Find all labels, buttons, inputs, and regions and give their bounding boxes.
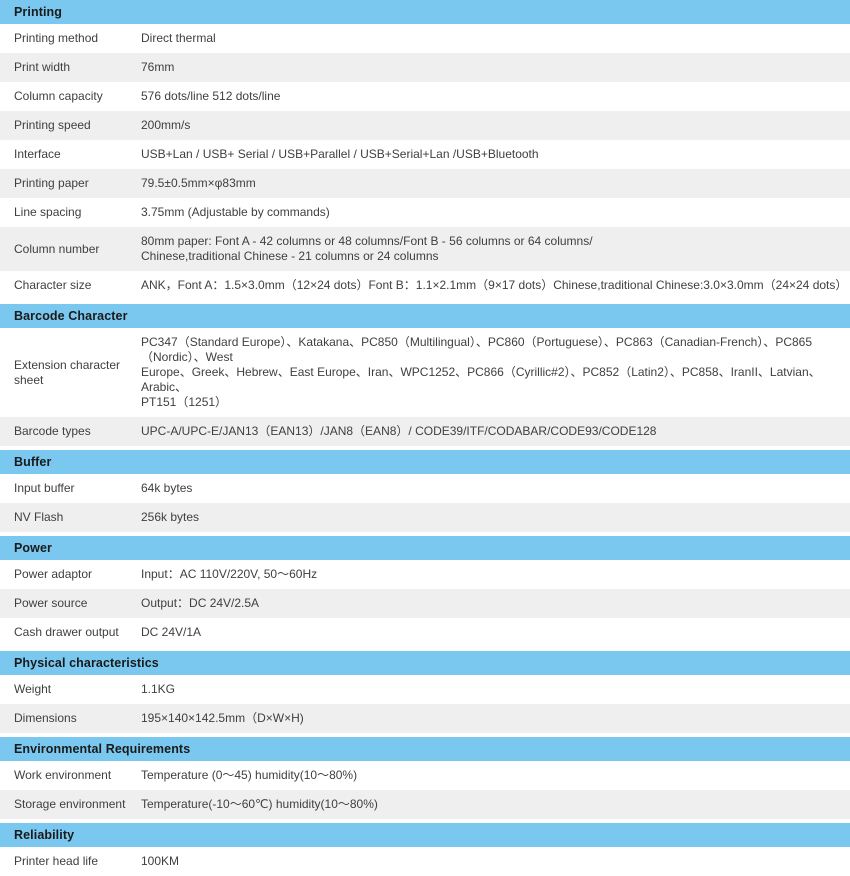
spec-row: Barcode types UPC-A/UPC-E/JAN13（EAN13）/JA… (0, 417, 850, 446)
spec-label: Print width (0, 53, 141, 82)
spec-value: ANK，Font A：1.5×3.0mm（12×24 dots）Font B：1… (141, 271, 850, 300)
spec-label: Input buffer (0, 474, 141, 503)
spec-value: DC 24V/1A (141, 618, 850, 647)
spec-value: USB+Lan / USB+ Serial / USB+Parallel / U… (141, 140, 850, 169)
spec-row: Column capacity 576 dots/line 512 dots/li… (0, 82, 850, 111)
spec-row: Line spacing 3.75mm (Adjustable by comman… (0, 198, 850, 227)
spec-value: PC347（Standard Europe）、Katakana、PC850（Mu… (141, 328, 850, 417)
spec-label: Character size (0, 271, 141, 300)
spec-row: Column number 80mm paper: Font A - 42 col… (0, 227, 850, 271)
spec-row: Power source Output：DC 24V/2.5A (0, 589, 850, 618)
spec-row: Input buffer 64k bytes (0, 474, 850, 503)
spec-value: UPC-A/UPC-E/JAN13（EAN13）/JAN8（EAN8）/ COD… (141, 417, 850, 446)
spec-value: 80mm paper: Font A - 42 columns or 48 co… (141, 227, 850, 271)
specification-table: Printing Printing method Direct thermal Pri… (0, 0, 850, 876)
spec-row: Dimensions 195×140×142.5mm（D×W×H) (0, 704, 850, 733)
section-header-title: Reliability (0, 823, 850, 847)
spec-row: Printing speed 200mm/s (0, 111, 850, 140)
spec-label: Extension character sheet (0, 328, 141, 417)
spec-value: 3.75mm (Adjustable by commands) (141, 198, 850, 227)
spec-label: Weight (0, 675, 141, 704)
spec-row: Printing paper 79.5±0.5mm×φ83mm (0, 169, 850, 198)
spec-row: Weight 1.1KG (0, 675, 850, 704)
section-header-row: Barcode Character (0, 304, 850, 328)
spec-label: Barcode types (0, 417, 141, 446)
section-header-title: Buffer (0, 450, 850, 474)
spec-label: Interface (0, 140, 141, 169)
spec-row: Character size ANK，Font A：1.5×3.0mm（12×24… (0, 271, 850, 300)
section-header-title: Printing (0, 0, 850, 24)
spec-value: 64k bytes (141, 474, 850, 503)
specification-table-body: Printing Printing method Direct thermal Pri… (0, 0, 850, 876)
spec-label: Column number (0, 227, 141, 271)
spec-row: Print width 76mm (0, 53, 850, 82)
spec-value: 76mm (141, 53, 850, 82)
spec-label: Work environment (0, 761, 141, 790)
spec-row: Printer head life 100KM (0, 847, 850, 876)
section-header-title: Physical characteristics (0, 651, 850, 675)
section-header-row: Printing (0, 0, 850, 24)
spec-row: Cash drawer output DC 24V/1A (0, 618, 850, 647)
section-header-row: Reliability (0, 823, 850, 847)
spec-value: 200mm/s (141, 111, 850, 140)
spec-label: Printing method (0, 24, 141, 53)
spec-label: Power source (0, 589, 141, 618)
spec-label: Dimensions (0, 704, 141, 733)
spec-value: Input：AC 110V/220V, 50～60Hz (141, 560, 850, 589)
spec-label: Printing paper (0, 169, 141, 198)
spec-row: Extension character sheet PC347（Standard … (0, 328, 850, 417)
section-header-row: Power (0, 536, 850, 560)
section-header-title: Environmental Requirements (0, 737, 850, 761)
spec-value: Direct thermal (141, 24, 850, 53)
spec-value: 100KM (141, 847, 850, 876)
section-header-title: Barcode Character (0, 304, 850, 328)
spec-value: Temperature(-10～60℃) humidity(10～80%) (141, 790, 850, 819)
spec-label: Power adaptor (0, 560, 141, 589)
spec-label: Cash drawer output (0, 618, 141, 647)
spec-row: Power adaptor Input：AC 110V/220V, 50～60Hz (0, 560, 850, 589)
spec-value: 256k bytes (141, 503, 850, 532)
section-header-row: Buffer (0, 450, 850, 474)
spec-value: Temperature (0～45) humidity(10～80%) (141, 761, 850, 790)
section-header-row: Environmental Requirements (0, 737, 850, 761)
spec-label: Printing speed (0, 111, 141, 140)
spec-value: 1.1KG (141, 675, 850, 704)
spec-value: Output：DC 24V/2.5A (141, 589, 850, 618)
spec-value: 79.5±0.5mm×φ83mm (141, 169, 850, 198)
spec-value: 195×140×142.5mm（D×W×H) (141, 704, 850, 733)
spec-label: Column capacity (0, 82, 141, 111)
spec-row: Work environment Temperature (0～45) humid… (0, 761, 850, 790)
spec-value: 576 dots/line 512 dots/line (141, 82, 850, 111)
section-header-title: Power (0, 536, 850, 560)
spec-label: Printer head life (0, 847, 141, 876)
spec-label: NV Flash (0, 503, 141, 532)
spec-row: NV Flash 256k bytes (0, 503, 850, 532)
spec-label: Storage environment (0, 790, 141, 819)
section-header-row: Physical characteristics (0, 651, 850, 675)
spec-row: Interface USB+Lan / USB+ Serial / USB+Par… (0, 140, 850, 169)
spec-row: Storage environment Temperature(-10～60℃) … (0, 790, 850, 819)
spec-label: Line spacing (0, 198, 141, 227)
spec-row: Printing method Direct thermal (0, 24, 850, 53)
